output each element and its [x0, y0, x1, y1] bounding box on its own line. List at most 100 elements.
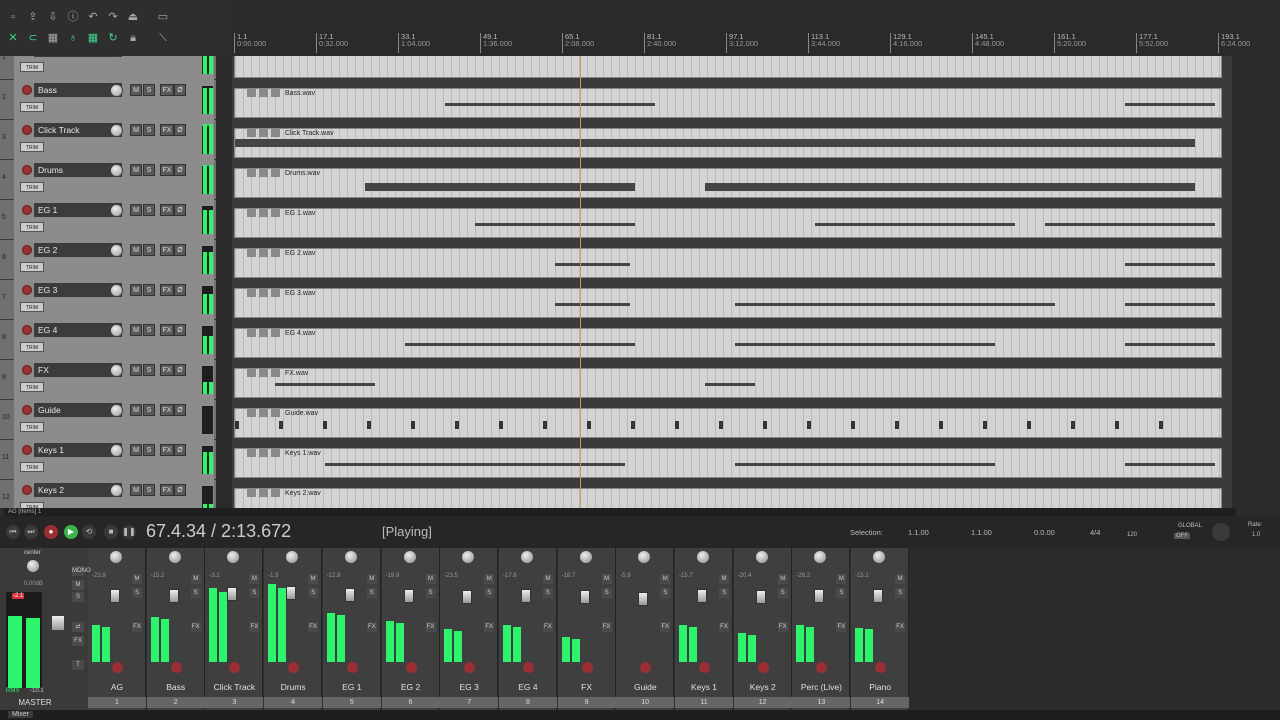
record-arm-button[interactable]	[22, 405, 32, 415]
trim-button[interactable]: TRIM	[20, 302, 44, 312]
volume-knob[interactable]	[110, 204, 123, 217]
channel-record-arm-button[interactable]	[816, 662, 828, 673]
channel-mute-button[interactable]: M	[777, 574, 788, 584]
pan-knob[interactable]	[227, 551, 240, 563]
phase-button[interactable]: Ø	[174, 244, 186, 256]
grid-toggle-icon[interactable]: ▭	[156, 10, 170, 24]
pan-knob[interactable]	[755, 551, 768, 563]
track-name[interactable]: Guide	[34, 403, 122, 417]
track-name[interactable]: EG 2	[34, 243, 122, 257]
master-trim-button[interactable]: T	[72, 660, 84, 670]
track-name[interactable]: Bass	[34, 83, 122, 97]
channel-mute-button[interactable]: M	[836, 574, 847, 584]
volume-knob[interactable]	[110, 404, 123, 417]
pan-knob[interactable]	[814, 551, 827, 563]
previous-icon[interactable]: ⏭	[24, 525, 38, 539]
channel-solo-button[interactable]: S	[836, 588, 847, 598]
item-mute-icon[interactable]	[259, 289, 268, 297]
volume-knob[interactable]	[110, 164, 123, 177]
loop-icon[interactable]: ↻	[106, 31, 120, 45]
record-arm-button[interactable]	[22, 245, 32, 255]
item-lock-icon[interactable]	[247, 289, 256, 297]
channel-fx-button[interactable]: FX	[308, 622, 319, 632]
media-item[interactable]: EG 3.wav	[234, 288, 1222, 318]
media-item[interactable]: Guide.wav	[234, 408, 1222, 438]
volume-fader[interactable]	[520, 589, 531, 604]
phase-button[interactable]: Ø	[174, 204, 186, 216]
media-item[interactable]: Drums.wav	[234, 168, 1222, 198]
item-fx-icon[interactable]	[271, 89, 280, 97]
record-button[interactable]: ●	[44, 525, 58, 539]
solo-button[interactable]: S	[143, 284, 155, 296]
play-button[interactable]: ▶	[64, 525, 78, 539]
channel-fx-button[interactable]: FX	[190, 622, 201, 632]
pan-knob[interactable]	[462, 551, 475, 563]
item-mute-icon[interactable]	[259, 369, 268, 377]
item-lock-icon[interactable]	[247, 169, 256, 177]
channel-fx-button[interactable]: FX	[542, 622, 553, 632]
volume-fader[interactable]	[168, 588, 179, 603]
trim-button[interactable]: TRIM	[20, 222, 44, 232]
media-item[interactable]: Click Track.wav	[234, 128, 1222, 158]
track-header[interactable]: 11 Keys 1 M S FX Ø TRIM	[0, 440, 216, 480]
trim-button[interactable]: TRIM	[20, 382, 44, 392]
pan-knob[interactable]	[168, 551, 181, 563]
mono-button[interactable]: MONO	[72, 566, 91, 576]
item-fx-icon[interactable]	[271, 369, 280, 377]
track-lane[interactable]: FX.wav	[232, 360, 1222, 400]
solo-button[interactable]: S	[143, 204, 155, 216]
record-arm-button[interactable]	[22, 205, 32, 215]
track-lane[interactable]: Click Track.wav	[232, 120, 1222, 160]
item-fx-icon[interactable]	[271, 249, 280, 257]
channel-record-arm-button[interactable]	[464, 662, 476, 673]
channel-mute-button[interactable]: M	[425, 574, 436, 584]
channel-mute-button[interactable]: M	[366, 574, 377, 584]
phase-button[interactable]: Ø	[174, 484, 186, 496]
pan-knob[interactable]	[344, 551, 357, 563]
channel-fx-button[interactable]: FX	[132, 622, 142, 632]
fx-button[interactable]: FX	[160, 284, 174, 296]
item-lock-icon[interactable]	[247, 209, 256, 217]
track-header[interactable]: 10 Guide M S FX Ø TRIM	[0, 400, 216, 440]
fx-button[interactable]: FX	[160, 404, 174, 416]
item-mute-icon[interactable]	[259, 169, 268, 177]
track-lane[interactable]: Keys 1.wav	[232, 440, 1222, 480]
volume-fader[interactable]	[638, 592, 649, 606]
phase-button[interactable]: Ø	[174, 84, 186, 96]
channel-fx-button[interactable]: FX	[719, 622, 729, 632]
fx-button[interactable]: FX	[160, 244, 174, 256]
solo-button[interactable]: S	[143, 484, 155, 496]
channel-fx-button[interactable]: FX	[601, 622, 612, 632]
channel-mute-button[interactable]: M	[484, 574, 495, 584]
channel-solo-button[interactable]: S	[190, 588, 201, 598]
mute-button[interactable]: M	[130, 204, 142, 216]
channel-mute-button[interactable]: M	[660, 574, 671, 584]
track-lane[interactable]: EG 3.wav	[232, 280, 1222, 320]
channel-fx-button[interactable]: FX	[249, 622, 260, 632]
tab-mixer[interactable]: Mixer	[8, 711, 34, 718]
channel-fx-button[interactable]: FX	[660, 622, 671, 632]
item-mute-icon[interactable]	[259, 209, 268, 217]
mute-button[interactable]: M	[130, 284, 142, 296]
project-settings-icon[interactable]: ⓘ	[66, 10, 80, 24]
trim-button[interactable]: TRIM	[20, 142, 44, 152]
volume-fader[interactable]	[227, 586, 238, 601]
channel-record-arm-button[interactable]	[170, 662, 182, 673]
channel-mute-button[interactable]: M	[601, 574, 612, 584]
item-mute-icon[interactable]	[259, 249, 268, 257]
track-lane[interactable]: EG 4.wav	[232, 320, 1222, 360]
media-item[interactable]: Bass.wav	[234, 88, 1222, 118]
volume-knob[interactable]	[110, 124, 123, 137]
record-arm-button[interactable]	[22, 365, 32, 375]
stop-button[interactable]: ■	[104, 525, 118, 539]
media-item[interactable]: Keys 2.wav	[234, 488, 1222, 508]
volume-fader[interactable]	[814, 589, 825, 604]
item-lock-icon[interactable]	[247, 489, 256, 497]
volume-knob[interactable]	[110, 444, 123, 457]
track-lane[interactable]: EG 1.wav	[232, 200, 1222, 240]
trim-button[interactable]: TRIM	[20, 62, 44, 72]
channel-solo-button[interactable]: S	[660, 588, 671, 598]
channel-mute-button[interactable]: M	[719, 574, 729, 584]
channel-mute-button[interactable]: M	[542, 574, 553, 584]
channel-mute-button[interactable]: M	[132, 574, 142, 584]
